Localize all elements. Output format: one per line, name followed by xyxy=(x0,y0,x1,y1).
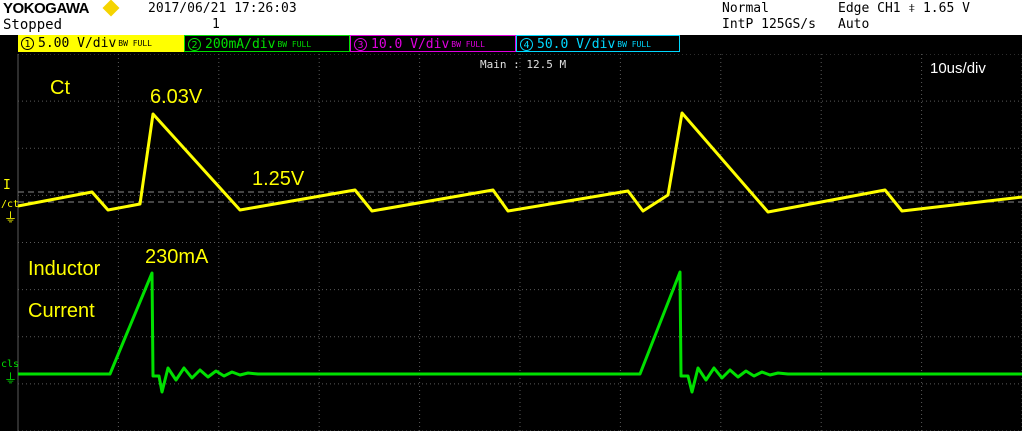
acquisition-mode: Normal xyxy=(722,1,769,16)
waveform-display[interactable] xyxy=(0,54,1022,431)
ch2-ground-icon: ⏚ xyxy=(4,372,18,387)
channel-4-setting[interactable]: 4 50.0 V/div BW FULL xyxy=(516,35,680,52)
record-count: 1 xyxy=(212,17,220,32)
peak-current-label: 230mA xyxy=(145,246,209,268)
channel-3-scale: 10.0 V/div xyxy=(371,37,450,52)
bandwidth-full-icon: BW FULL xyxy=(118,39,152,48)
valley-voltage-label: 1.25V xyxy=(252,168,305,190)
trigger-mode: Auto xyxy=(838,17,870,32)
channel-1-setting[interactable]: 1 5.00 V/div BW FULL xyxy=(18,35,184,52)
trigger-level-marker[interactable]: I xyxy=(3,178,11,193)
brand-logo: YOKOGAWA xyxy=(3,0,90,17)
channel-2-scale: 200mA/div xyxy=(205,37,276,52)
timestamp: 2017/06/21 17:26:03 xyxy=(148,1,297,16)
channel-3-number: 3 xyxy=(354,38,367,51)
inductor-label: Inductor xyxy=(28,258,101,280)
channel-settings-row: 1 5.00 V/div BW FULL 2 200mA/div BW FULL 3… xyxy=(18,35,680,53)
bandwidth-full-icon: BW FULL xyxy=(451,40,485,49)
timebase-label: Main : 12.5 M xyxy=(480,58,567,71)
channel-3-setting[interactable]: 3 10.0 V/div BW FULL xyxy=(350,35,516,52)
waveform-canvas xyxy=(17,54,1022,431)
bandwidth-full-icon: BW FULL xyxy=(617,40,651,49)
peak-voltage-label: 6.03V xyxy=(150,86,203,108)
brand-diamond-icon xyxy=(102,0,120,17)
channel-2-number: 2 xyxy=(188,38,201,51)
acquisition-status: Stopped xyxy=(3,17,63,33)
ct-label: Ct xyxy=(50,77,70,99)
channel-1-scale: 5.00 V/div xyxy=(38,36,117,51)
ch1-ground-icon: ⏚ xyxy=(4,211,18,226)
bandwidth-full-icon: BW FULL xyxy=(277,40,312,49)
channel-1-number: 1 xyxy=(21,37,34,50)
trigger-setting: Edge CH1 ⧧ 1.65 V xyxy=(838,1,970,16)
status-bar: YOKOGAWA Stopped 1 2017/06/21 17:26:03 N… xyxy=(0,0,1022,35)
time-per-division: 10us/div xyxy=(930,60,986,77)
channel-4-scale: 50.0 V/div xyxy=(537,37,616,52)
sample-rate: IntP 125GS/s xyxy=(722,17,816,32)
channel-2-setting[interactable]: 2 200mA/div BW FULL xyxy=(184,35,350,52)
channel-4-number: 4 xyxy=(520,38,533,51)
current-label: Current xyxy=(28,300,95,322)
